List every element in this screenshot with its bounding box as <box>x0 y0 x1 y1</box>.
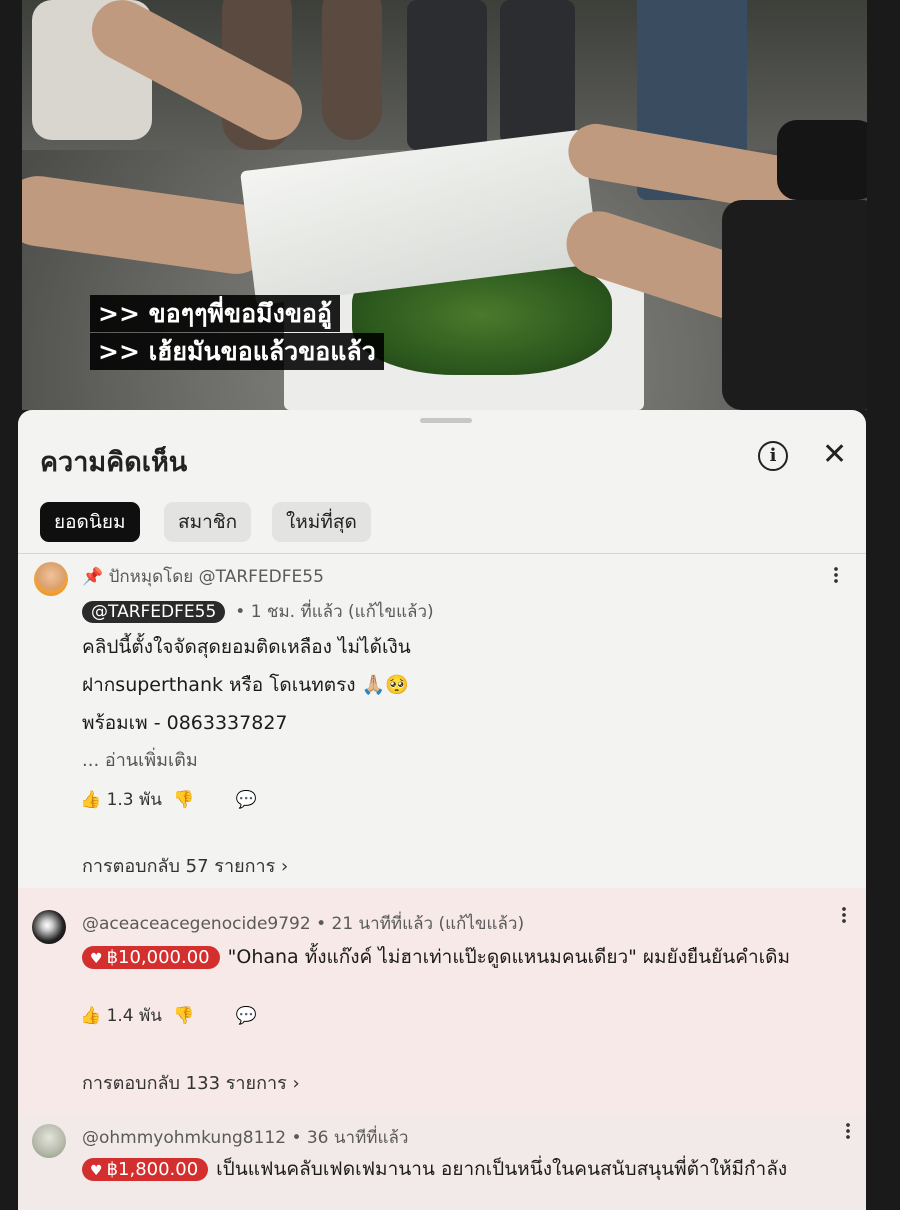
comment-text-line: ฝากsuperthank หรือ โดเนทตรง 🙏🏼🥺 <box>82 674 409 696</box>
comment-text-line: "Ohana ทั้งแก๊งค์ ไม่ฮาเท่าแป๊ะดูดแหนมคน… <box>227 946 790 968</box>
more-options-icon[interactable] <box>842 906 846 924</box>
thanks-amount: ฿10,000.00 <box>106 947 210 968</box>
more-options-icon[interactable] <box>846 1122 850 1140</box>
like-count: 1.3 พัน <box>106 790 162 810</box>
author-handle[interactable]: @ohmmyohmkung8112 <box>82 1128 286 1148</box>
replies-link[interactable]: การตอบกลับ 133 รายการ › <box>82 1068 300 1097</box>
video-sleeve <box>777 120 867 200</box>
comment-text-line: พร้อมเพ - 0863337827 <box>82 712 288 734</box>
dislike-icon[interactable]: 👎 <box>173 790 194 810</box>
video-arm <box>22 171 276 279</box>
replies-count: การตอบกลับ 57 รายการ <box>82 856 276 877</box>
more-options-icon[interactable] <box>834 566 838 584</box>
comment-time: • 36 นาทีที่แล้ว <box>291 1128 409 1148</box>
video-pants <box>407 0 487 150</box>
comment-text-line: คลิปนี้ตั้งใจจัดสุดยอมติดเหลือง ไม่ได้เง… <box>82 636 411 658</box>
filter-members[interactable]: สมาชิก <box>164 502 252 542</box>
video-leg <box>322 0 382 140</box>
comment-time: • 1 ชม. ที่แล้ว (แก้ไขแล้ว) <box>235 602 434 622</box>
heart-icon: ♥ <box>90 1163 103 1179</box>
avatar[interactable] <box>32 1124 66 1158</box>
panel-title: ความคิดเห็น <box>40 447 188 478</box>
like-icon[interactable]: 👍 <box>80 1006 101 1026</box>
comment-header: @TARFEDFE55 • 1 ชม. ที่แล้ว (แก้ไขแล้ว) <box>82 598 434 625</box>
comment-body: ♥ ฿10,000.00 "Ohana ทั้งแก๊งค์ ไม่ฮาเท่าแป… <box>82 942 790 972</box>
avatar[interactable] <box>32 910 66 944</box>
video-sleeve <box>722 200 867 410</box>
pinned-label: 📌 ปักหมุดโดย @TARFEDFE55 <box>82 563 324 590</box>
pinned-by-text: ปักหมุดโดย @TARFEDFE55 <box>108 567 324 587</box>
author-handle[interactable]: @aceaceacegenocide9792 <box>82 914 311 934</box>
comment-actions: 👍 1.3 พัน 👎 💬 <box>80 786 257 813</box>
info-icon[interactable]: i <box>758 441 788 471</box>
super-thanks-badge: ♥ ฿10,000.00 <box>82 946 220 969</box>
video-subtitle-line-2: >> เฮ้ยมันขอแล้วขอแล้ว <box>90 333 384 370</box>
video-pants <box>500 0 575 145</box>
comment-body: ♥ ฿1,800.00 เป็นแฟนคลับเฟดเฟมานาน อยากเป็น… <box>82 1154 787 1184</box>
chevron-right-icon: › <box>281 856 289 877</box>
divider <box>18 553 866 554</box>
filter-newest[interactable]: ใหม่ที่สุด <box>272 502 371 542</box>
author-handle[interactable]: @TARFEDFE55 <box>82 601 226 623</box>
comment-header: @ohmmyohmkung8112 • 36 นาทีที่แล้ว <box>82 1124 408 1151</box>
comment-header: @aceaceacegenocide9792 • 21 นาทีที่แล้ว … <box>82 910 524 937</box>
comment-actions: 👍 1.4 พัน 👎 💬 <box>80 1002 257 1029</box>
comment-text-line: เป็นแฟนคลับเฟดเฟมานาน อยากเป็นหนึ่งในคนส… <box>216 1158 788 1180</box>
heart-icon: ♥ <box>90 951 103 967</box>
video-player[interactable]: >> ขอๆๆพี่ขอมึงขออู้ >> เฮ้ยมันขอแล้วขอแ… <box>22 0 867 410</box>
super-thanks-badge: ♥ ฿1,800.00 <box>82 1158 209 1181</box>
avatar[interactable] <box>34 562 68 596</box>
replies-count: การตอบกลับ 133 รายการ <box>82 1073 287 1094</box>
filter-top[interactable]: ยอดนิยม <box>40 502 140 542</box>
like-icon[interactable]: 👍 <box>80 790 101 810</box>
close-icon[interactable]: ✕ <box>822 440 847 470</box>
comments-panel: ความคิดเห็น i ✕ ยอดนิยม สมาชิก ใหม่ที่สุ… <box>18 410 866 1210</box>
reply-icon[interactable]: 💬 <box>236 1006 257 1026</box>
drag-handle[interactable] <box>420 418 472 423</box>
read-more-link[interactable]: ... อ่านเพิ่มเติม <box>82 745 198 774</box>
reply-icon[interactable]: 💬 <box>236 790 257 810</box>
replies-link[interactable]: การตอบกลับ 57 รายการ › <box>82 851 288 880</box>
pin-icon: 📌 <box>82 567 104 587</box>
video-subtitle-line-1: >> ขอๆๆพี่ขอมึงขออู้ <box>90 295 340 332</box>
comment-time: • 21 นาทีที่แล้ว (แก้ไขแล้ว) <box>316 914 525 934</box>
dislike-icon[interactable]: 👎 <box>173 1006 194 1026</box>
thanks-amount: ฿1,800.00 <box>106 1159 199 1180</box>
like-count: 1.4 พัน <box>106 1006 162 1026</box>
chevron-right-icon: › <box>292 1073 300 1094</box>
